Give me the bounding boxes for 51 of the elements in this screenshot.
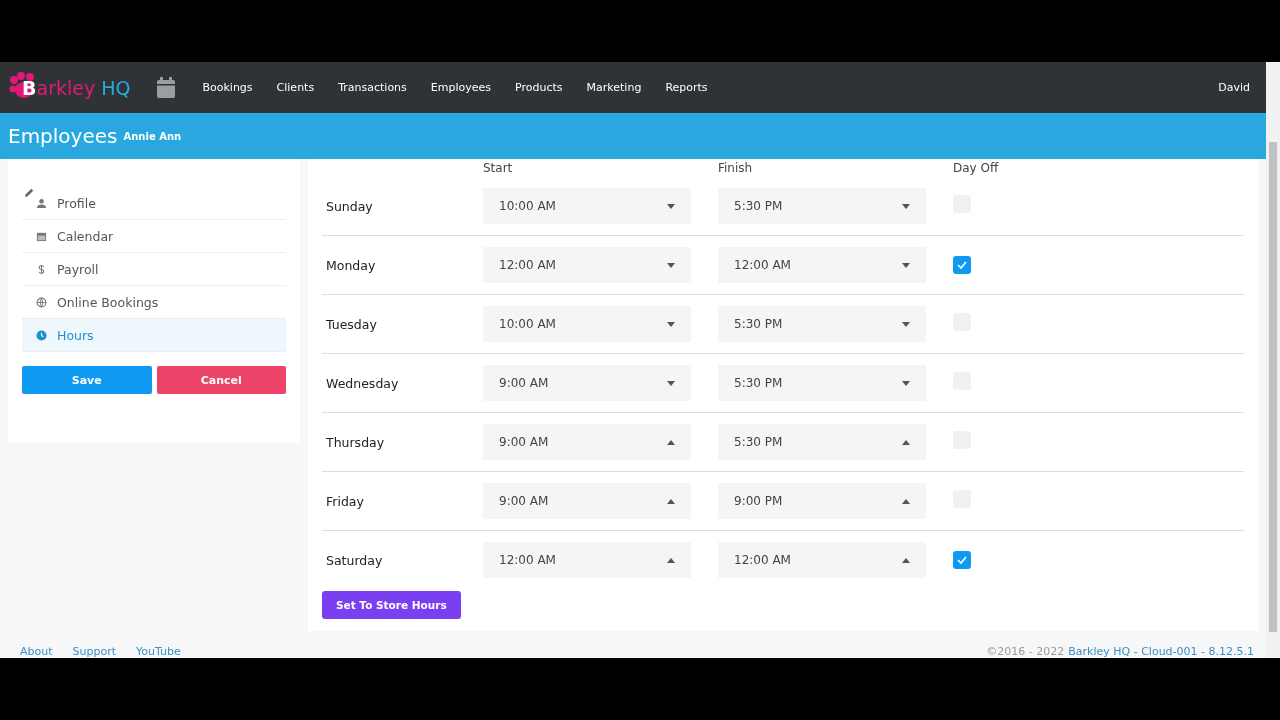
- day-label: Saturday: [325, 552, 384, 568]
- dollar-icon: [36, 263, 47, 275]
- start-time-select[interactable]: 9:00 AM: [483, 365, 691, 401]
- nav-link[interactable]: Products: [515, 81, 563, 94]
- finish-time-select[interactable]: 5:30 PM: [718, 306, 926, 342]
- nav-link[interactable]: Reports: [665, 81, 708, 94]
- calendar-icon: [36, 230, 47, 242]
- sidebar-item[interactable]: Profile: [22, 187, 286, 220]
- column-header: Day Off: [953, 161, 1000, 175]
- start-time-select[interactable]: 12:00 AM: [483, 542, 691, 578]
- start-time-select[interactable]: 10:00 AM: [483, 306, 691, 342]
- finish-time-select[interactable]: 12:00 AM: [718, 542, 926, 578]
- sidebar-item[interactable]: Payroll: [22, 253, 286, 286]
- start-time-select[interactable]: 9:00 AM: [483, 483, 691, 519]
- nav-link[interactable]: Bookings: [202, 81, 253, 94]
- page-title: Employees: [8, 124, 118, 148]
- clock-icon: [36, 329, 47, 341]
- nav-link[interactable]: Transactions: [338, 81, 407, 94]
- finish-time-select[interactable]: 9:00 PM: [718, 483, 926, 519]
- calendar-icon[interactable]: [156, 76, 177, 99]
- day-label: Monday: [325, 257, 377, 273]
- finish-time-select[interactable]: 12:00 AM: [718, 247, 926, 283]
- scrollbar[interactable]: [1266, 62, 1280, 658]
- day-off-checkbox[interactable]: [953, 550, 971, 569]
- start-time-select[interactable]: 9:00 AM: [483, 424, 691, 460]
- day-label: Thursday: [325, 434, 386, 450]
- day-label: Sunday: [325, 198, 374, 214]
- nav-link[interactable]: Clients: [276, 81, 315, 94]
- footer-link[interactable]: Support: [72, 645, 116, 658]
- finish-time-select[interactable]: 5:30 PM: [718, 188, 926, 224]
- day-off-checkbox[interactable]: [953, 255, 971, 274]
- cancel-button[interactable]: Cancel: [156, 366, 286, 394]
- globe-icon: [36, 296, 47, 308]
- finish-time-select[interactable]: 5:30 PM: [718, 365, 926, 401]
- person-icon: [36, 197, 47, 209]
- finish-time-select[interactable]: 5:30 PM: [718, 424, 926, 460]
- pencil-icon[interactable]: [24, 187, 35, 198]
- column-header: Start: [483, 161, 514, 175]
- copyright-text: ©2016 - 2022: [986, 645, 1065, 658]
- day-label: Tuesday: [325, 316, 378, 332]
- nav-link[interactable]: Employees: [430, 81, 492, 94]
- start-time-select[interactable]: 12:00 AM: [483, 247, 691, 283]
- day-label: Wednesday: [325, 375, 400, 391]
- day-label: Friday: [325, 493, 365, 509]
- start-time-select[interactable]: 10:00 AM: [483, 188, 691, 224]
- sidebar-item[interactable]: Calendar: [22, 220, 286, 253]
- user-menu[interactable]: David: [1218, 81, 1250, 94]
- set-store-hours-button[interactable]: Set To Store Hours: [322, 591, 461, 619]
- nav-link[interactable]: Marketing: [586, 81, 642, 94]
- employee-name: Annie Ann: [123, 130, 182, 142]
- column-header: Finish: [718, 161, 754, 175]
